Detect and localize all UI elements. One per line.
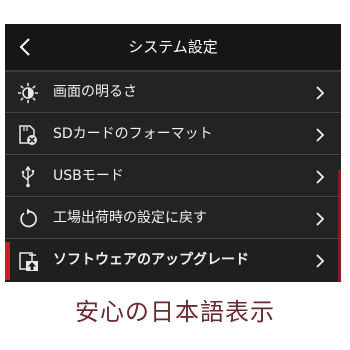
selection-indicator [5,242,10,280]
chevron-right-icon [316,212,325,226]
back-button[interactable] [13,33,37,61]
menu-item-brightness[interactable]: 画面の明るさ [5,72,341,113]
menu-item-label: USBモード [53,168,124,184]
chevron-right-icon [316,128,325,142]
chevron-right-icon [316,170,325,184]
caption-text: 安心の日本語表示 [75,298,275,326]
usb-icon [16,165,40,189]
menu-item-label: 工場出荷時の設定に戻す [53,210,207,226]
menu-item-sd-format[interactable]: SDカードのフォーマット [5,114,341,155]
chevron-right-icon [316,254,325,268]
chevron-right-icon [316,86,325,100]
menu-item-factory-reset[interactable]: 工場出荷時の設定に戻す [5,198,341,239]
settings-screen: システム設定 画面の明るさ SDカードのフォーマット USBモード 工場出荷時の… [5,24,341,282]
menu-item-software-upgrade[interactable]: ソフトウェアのアップグレード [5,240,341,282]
reset-icon [16,207,40,231]
menu-item-label: SDカードのフォーマット [53,126,213,142]
scroll-edge-indicator [338,170,341,282]
sd-card-format-icon [16,123,40,147]
menu-item-label: ソフトウェアのアップグレード [53,252,249,268]
header-bar: システム設定 [5,24,341,72]
menu-item-usb-mode[interactable]: USBモード [5,156,341,197]
upgrade-icon [16,249,40,273]
chevron-left-icon [19,38,30,56]
brightness-icon [16,81,40,105]
page-title: システム設定 [128,38,218,56]
menu-item-label: 画面の明るさ [53,84,137,100]
